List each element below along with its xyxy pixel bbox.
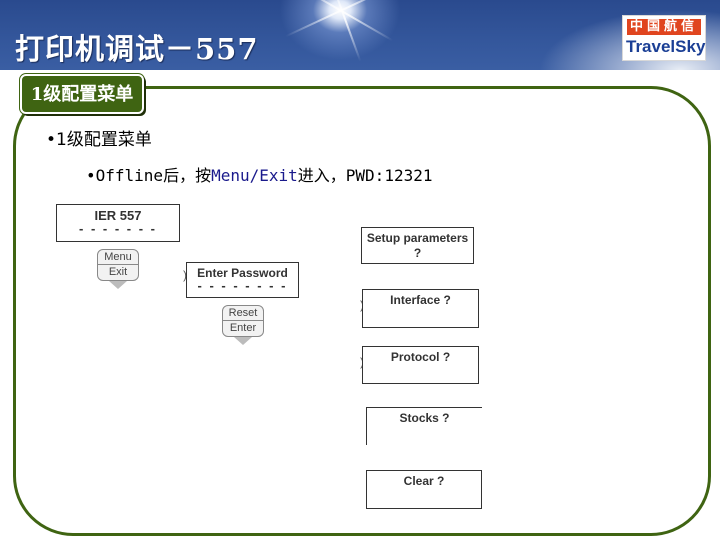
exit-button-label[interactable]: Exit [97,264,139,281]
down-arrow-icon [234,337,252,345]
menu-item-setup: Setup parameters ? [361,227,474,264]
header-banner: 打印机调试－557 中国航信 TravelSky [0,0,720,70]
menu-item-stocks: Stocks ? [366,407,482,445]
bullet-level2-prefix: •Offline后，按 [86,166,212,185]
page-title: 打印机调试－557 [15,32,259,66]
menu-item-interface: Interface ? [362,289,479,328]
display-password-line2: - - - - - - - - [197,278,288,293]
display-password: Enter Password - - - - - - - - [186,262,299,298]
section-tab: 1级配置菜单 [20,74,144,114]
down-arrow-icon [109,281,127,289]
enter-button-label[interactable]: Enter [222,320,264,337]
reset-enter-button[interactable]: Reset Enter [222,305,264,345]
display-main: IER 557 - - - - - - - [56,204,180,242]
menu-exit-button[interactable]: Menu Exit [97,249,139,289]
bullet-level2: •Offline后，按Menu/Exit进入，PWD:12321 [86,162,432,186]
bullet-level1: •1级配置菜单 [46,130,152,150]
menu-item-protocol: Protocol ? [362,346,479,384]
travelsky-logo: 中国航信 TravelSky [622,15,706,61]
display-main-line2: - - - - - - - [79,221,157,236]
bullet-level2-key: Menu/Exit [211,166,298,185]
menu-item-clear: Clear ? [366,470,482,509]
bullet-level2-suffix: 进入，PWD:12321 [297,166,433,185]
logo-english-text: TravelSky [626,37,706,56]
logo-chinese-text: 中国航信 [627,19,701,35]
